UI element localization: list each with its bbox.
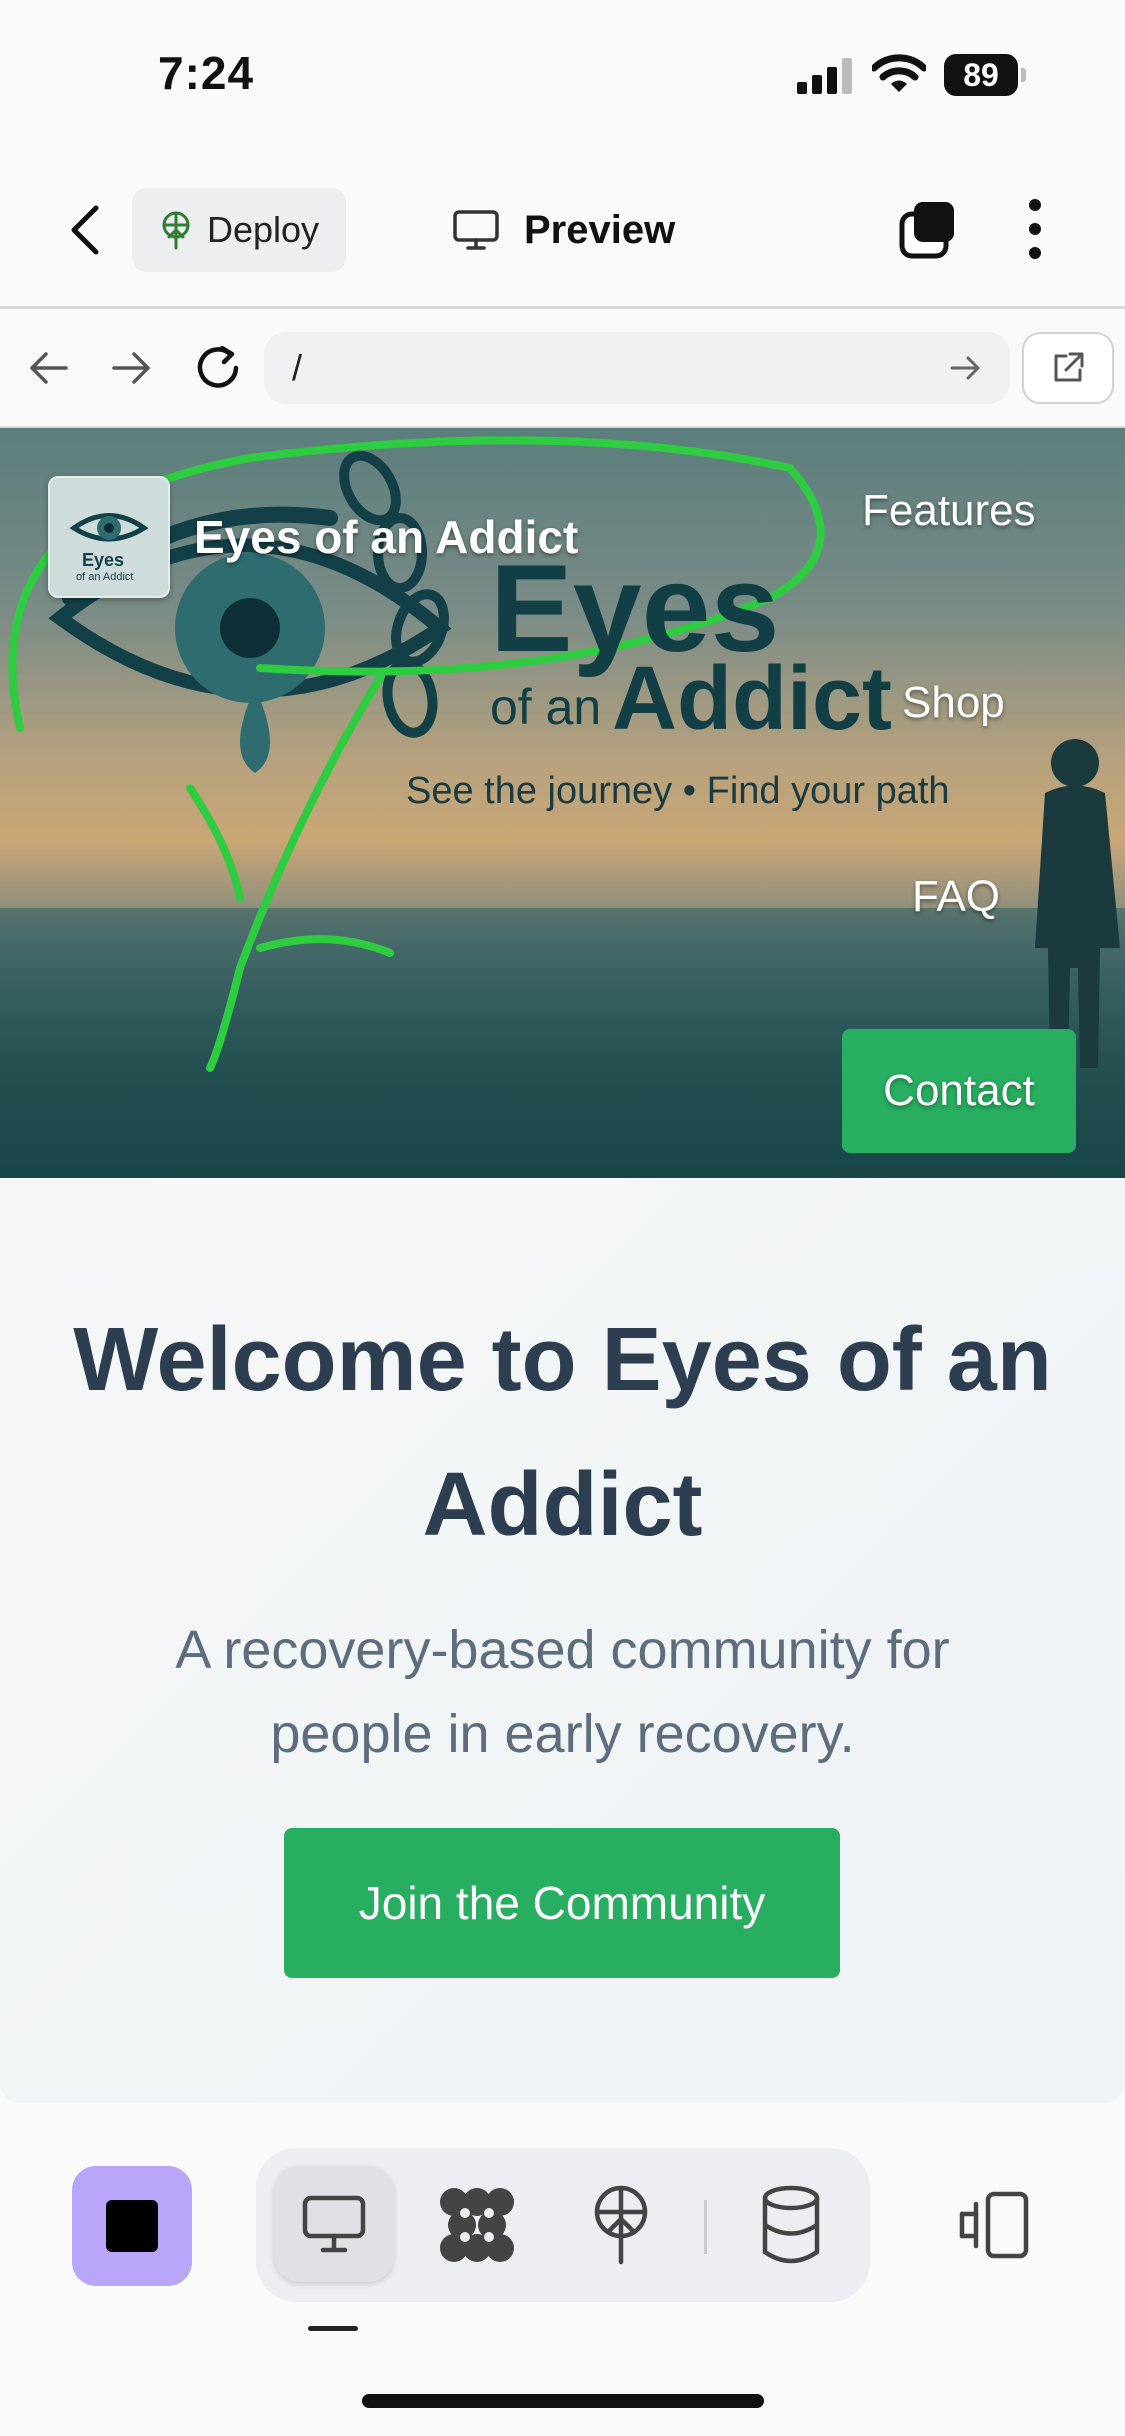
external-link-icon <box>1054 352 1084 382</box>
more-vertical-icon[interactable] <box>1020 196 1050 262</box>
hero-logo-of-an: of an <box>490 679 602 735</box>
arrow-right-icon[interactable] <box>108 348 156 388</box>
nodes-icon[interactable] <box>432 2180 522 2270</box>
cellular-signal-icon <box>797 58 852 94</box>
hero-tagline: See the journey • Find your path <box>406 770 950 812</box>
deploy-label: Deploy <box>206 209 320 250</box>
arrow-go-icon[interactable] <box>946 350 986 386</box>
status-time: 7:24 <box>158 47 255 99</box>
logo-badge[interactable]: Eyes of an Addict <box>48 476 170 598</box>
chain-icon <box>339 450 449 738</box>
device-toggle-icon[interactable] <box>954 2190 1034 2260</box>
active-tab-indicator <box>308 2326 358 2331</box>
url-text[interactable]: / <box>292 347 946 389</box>
desktop-view-button[interactable] <box>274 2166 394 2282</box>
reload-icon[interactable] <box>192 342 244 394</box>
join-community-button[interactable]: Join the Community <box>284 1828 840 1978</box>
welcome-title: Welcome to Eyes of an Addict <box>73 1310 1052 1555</box>
silhouette-icon <box>1035 739 1120 1068</box>
nav-link-faq[interactable]: FAQ <box>912 872 1000 922</box>
home-indicator[interactable] <box>362 2394 764 2408</box>
arrow-left-icon[interactable] <box>24 348 72 388</box>
welcome-section: Welcome to Eyes of an Addict A recovery-… <box>0 1178 1125 2103</box>
logo-badge-line2: of an Addict <box>76 571 134 583</box>
battery-level: 89 <box>944 54 1018 96</box>
hero-banner: Eyes of an Addict Eyes of an Addict Eyes… <box>0 428 1125 1178</box>
eye-logo-icon: Eyes of an Addict <box>69 513 149 583</box>
open-external-button[interactable] <box>1022 332 1114 404</box>
toolbar-divider <box>704 2200 707 2254</box>
deploy-toolbar-icon[interactable] <box>586 2180 656 2270</box>
nav-link-shop[interactable]: Shop <box>902 678 1005 728</box>
appbar-divider <box>0 306 1125 309</box>
database-icon[interactable] <box>756 2180 826 2270</box>
tabs-icon[interactable] <box>898 198 960 260</box>
logo-badge-line1: Eyes <box>82 550 124 570</box>
stop-button[interactable] <box>72 2166 192 2286</box>
wifi-icon <box>872 54 926 92</box>
deploy-icon <box>162 211 190 250</box>
nav-link-features[interactable]: Features <box>862 486 1036 536</box>
preview-label: Preview <box>524 207 676 252</box>
battery-icon: 89 <box>944 54 1028 96</box>
url-bar[interactable]: / <box>264 332 1010 404</box>
monitor-icon <box>453 210 499 250</box>
welcome-subtitle: A recovery-based community for people in… <box>175 1620 950 1764</box>
deploy-button[interactable]: Deploy <box>132 188 346 272</box>
stop-icon <box>106 2200 158 2252</box>
desktop-icon <box>302 2195 366 2253</box>
chevron-left-icon[interactable] <box>60 200 110 260</box>
preview-tab[interactable]: Preview <box>452 196 675 264</box>
nav-contact-button[interactable]: Contact <box>842 1029 1076 1153</box>
hero-logo-addict: Addict <box>612 649 892 749</box>
